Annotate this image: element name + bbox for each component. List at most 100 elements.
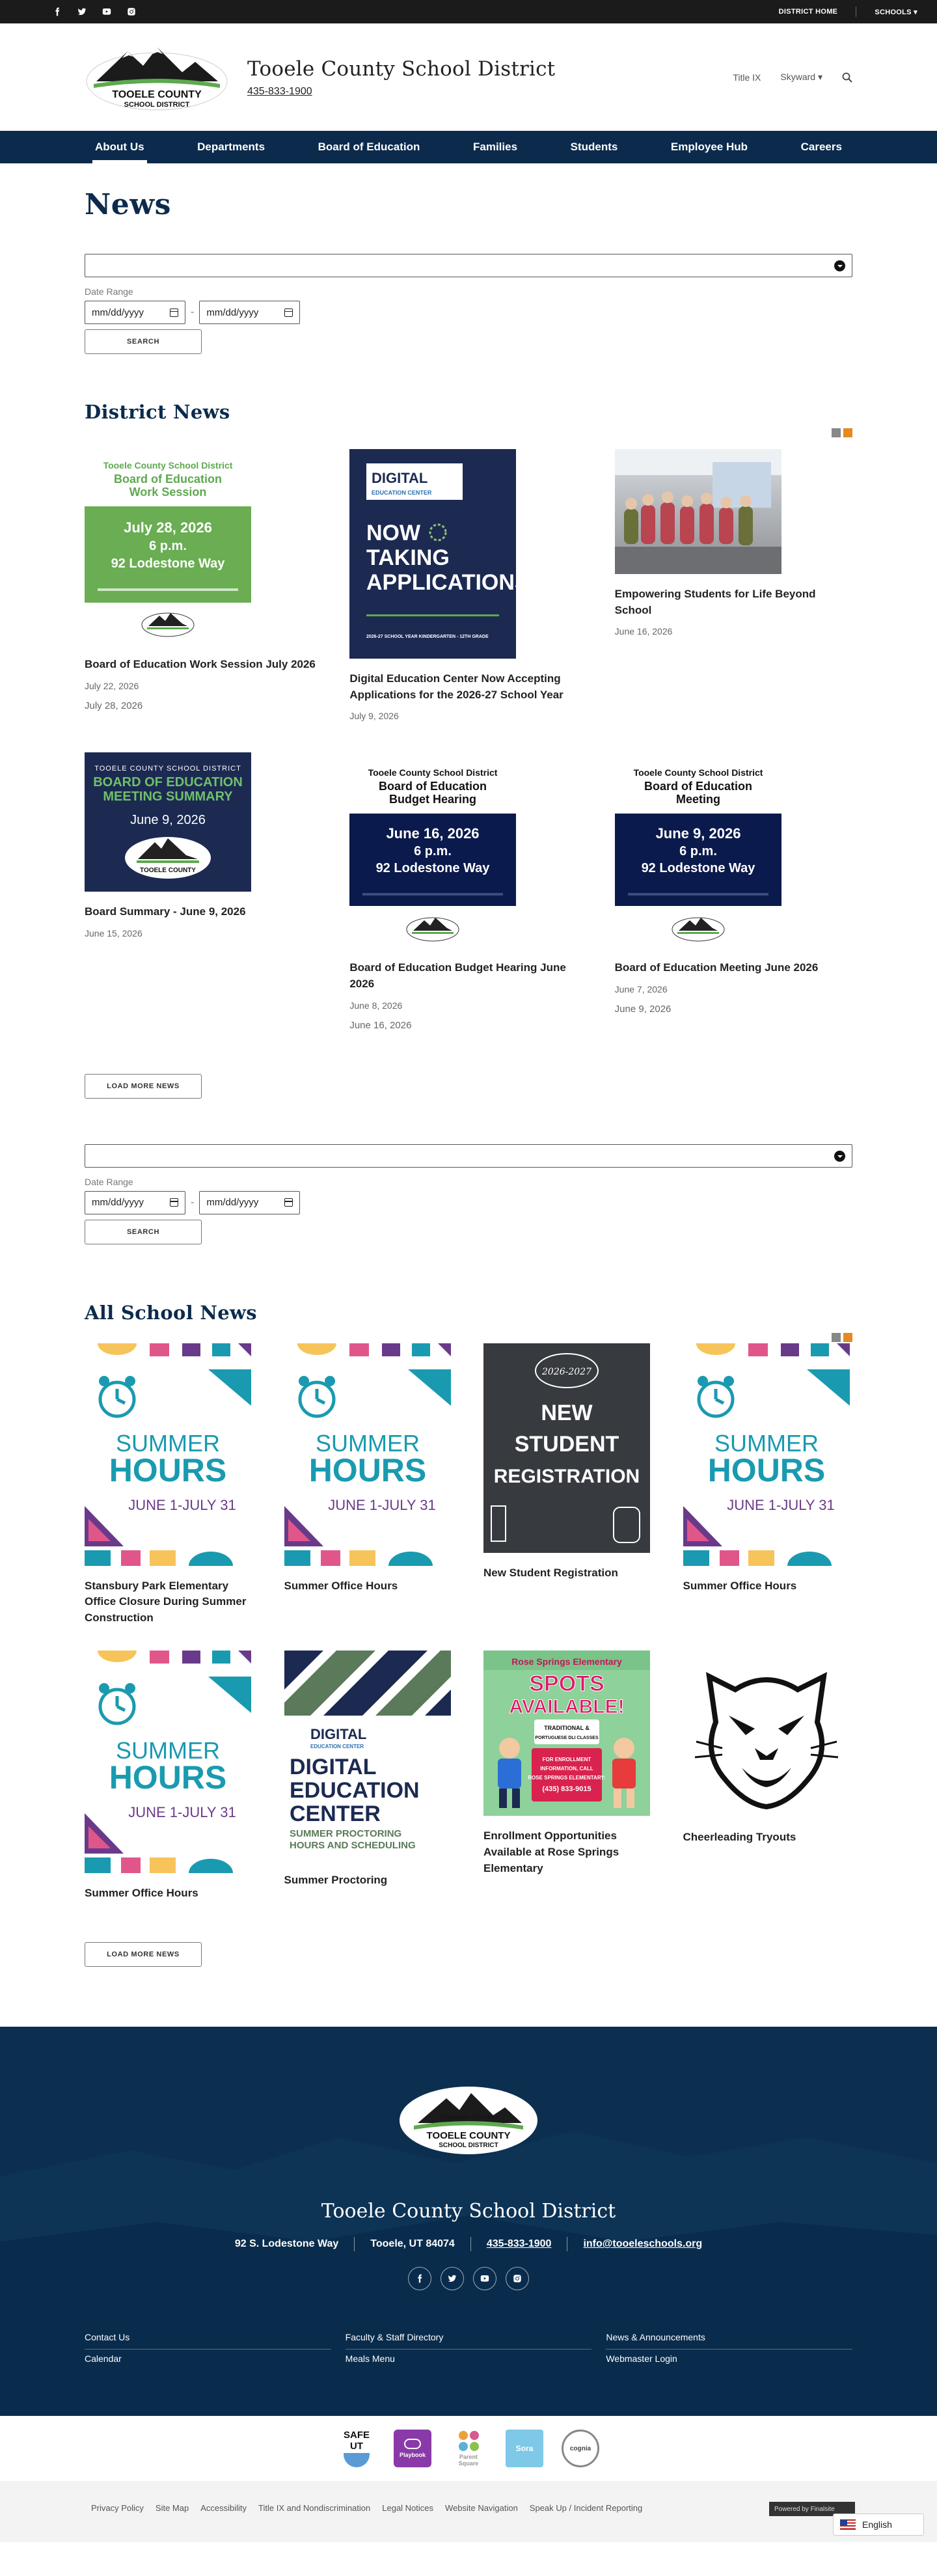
news-card[interactable]: SUMMER HOURS JUNE 1-JULY 31 Summer Offic… <box>85 1651 254 1902</box>
news-title[interactable]: New Student Registration <box>483 1565 653 1582</box>
website-navigation-link[interactable]: Website Navigation <box>445 2503 518 2513</box>
speak-up-link[interactable]: Speak Up / Incident Reporting <box>530 2503 642 2513</box>
twitter-icon[interactable] <box>77 7 87 17</box>
nav-employee-hub[interactable]: Employee Hub <box>668 131 750 163</box>
load-more-school-news-button[interactable]: LOAD MORE NEWS <box>85 1942 202 1967</box>
nav-about-us[interactable]: About Us <box>92 131 147 163</box>
news-title[interactable]: Board of Education Work Session July 202… <box>85 657 322 673</box>
sora-logo[interactable]: Sora <box>506 2430 543 2468</box>
news-title[interactable]: Stansbury Park Elementary Office Closure… <box>85 1578 254 1626</box>
header-phone-link[interactable]: 435-833-1900 <box>247 86 312 98</box>
district-home-link[interactable]: DISTRICT HOME <box>779 8 838 16</box>
twitter-icon[interactable] <box>441 2267 464 2291</box>
news-title[interactable]: Board of Education Budget Hearing June 2… <box>349 960 587 992</box>
news-title[interactable]: Summer Office Hours <box>284 1578 454 1595</box>
search-icon[interactable] <box>842 72 852 83</box>
footer-link-meals-menu[interactable]: Meals Menu <box>346 2350 592 2370</box>
skyward-dropdown[interactable]: Skyward ▾ <box>780 72 822 83</box>
news-title[interactable]: Summer Office Hours <box>683 1578 853 1595</box>
category-select[interactable] <box>85 1144 852 1168</box>
title-ix-nondiscrimination-link[interactable]: Title IX and Nondiscrimination <box>258 2503 370 2513</box>
nav-departments[interactable]: Departments <box>195 131 267 163</box>
site-map-link[interactable]: Site Map <box>156 2503 189 2513</box>
news-title[interactable]: Empowering Students for Life Beyond Scho… <box>615 586 852 618</box>
nav-careers[interactable]: Careers <box>798 131 845 163</box>
news-title[interactable]: Cheerleading Tryouts <box>683 1829 853 1846</box>
legal-notices-link[interactable]: Legal Notices <box>382 2503 433 2513</box>
news-card[interactable]: DIGITAL EDUCATION CENTER DIGITAL EDUCATI… <box>284 1651 454 1902</box>
news-card[interactable]: Empowering Students for Life Beyond Scho… <box>614 449 852 721</box>
start-date-input[interactable]: mm/dd/yyyy <box>85 1190 185 1214</box>
news-card[interactable]: 2026-2027 NEW STUDENT REGISTRATION New S… <box>483 1343 653 1626</box>
nav-students[interactable]: Students <box>568 131 621 163</box>
youtube-icon[interactable] <box>102 7 112 17</box>
facebook-icon[interactable] <box>52 7 62 17</box>
news-title[interactable]: Board Summary - June 9, 2026 <box>85 904 322 920</box>
footer-email-link[interactable]: info@tooeleschools.org <box>583 2238 702 2250</box>
footer-link-news[interactable]: News & Announcements <box>606 2328 852 2350</box>
ical-icon[interactable] <box>843 1332 852 1342</box>
news-card[interactable]: TOOELE COUNTY SCHOOL DISTRICT BOARD OF E… <box>85 752 322 1030</box>
news-card[interactable]: SUMMER HOURS JUNE 1-JULY 31 Stansbury Pa… <box>85 1343 254 1626</box>
svg-text:6 p.m.: 6 p.m. <box>414 844 452 858</box>
svg-text:HOURS: HOURS <box>308 1452 426 1488</box>
news-title[interactable]: Summer Proctoring <box>284 1872 454 1889</box>
district-news-filter: Date Range mm/dd/yyyy - mm/dd/yyyy SEARC… <box>85 254 852 354</box>
news-date: June 7, 2026 <box>614 983 668 994</box>
language-selector[interactable]: English <box>833 2514 924 2536</box>
parent-square-logo[interactable]: Parent Square <box>450 2430 487 2467</box>
nav-families[interactable]: Families <box>470 131 520 163</box>
youtube-icon[interactable] <box>473 2267 496 2291</box>
news-card[interactable]: Cheerleading Tryouts <box>683 1651 853 1902</box>
load-more-district-news-button[interactable]: LOAD MORE NEWS <box>85 1073 202 1099</box>
svg-text:HOURS: HOURS <box>707 1452 825 1488</box>
footer-link-calendar[interactable]: Calendar <box>85 2350 331 2370</box>
svg-text:EDUCATION CENTER: EDUCATION CENTER <box>310 1744 364 1749</box>
safe-ut-logo[interactable]: SAFE UT <box>338 2430 375 2468</box>
facebook-icon[interactable] <box>408 2267 431 2291</box>
category-select[interactable] <box>85 254 852 277</box>
footer-link-staff-directory[interactable]: Faculty & Staff Directory <box>345 2328 592 2350</box>
svg-text:Tooele County School District: Tooele County School District <box>103 460 233 471</box>
search-button[interactable]: SEARCH <box>85 1219 202 1244</box>
new-student-registration-graphic: 2026-2027 NEW STUDENT REGISTRATION <box>483 1343 650 1553</box>
summer-hours-graphic: SUMMER HOURS JUNE 1-JULY 31 <box>284 1343 451 1566</box>
news-card[interactable]: SUMMER HOURS JUNE 1-JULY 31 Summer Offic… <box>683 1343 853 1626</box>
footer-link-webmaster-login[interactable]: Webmaster Login <box>606 2350 852 2370</box>
accessibility-link[interactable]: Accessibility <box>200 2503 247 2513</box>
privacy-policy-link[interactable]: Privacy Policy <box>91 2503 144 2513</box>
news-card[interactable]: Tooele County School District Board of E… <box>85 449 322 721</box>
svg-text:CENTER: CENTER <box>290 1802 381 1826</box>
rss-icon[interactable] <box>832 428 841 437</box>
rss-icon[interactable] <box>832 1332 841 1342</box>
news-title[interactable]: Enrollment Opportunities Available at Ro… <box>483 1828 653 1876</box>
cognia-logo[interactable]: cognia <box>562 2430 599 2468</box>
svg-text:DIGITAL: DIGITAL <box>290 1755 376 1779</box>
footer-district-logo[interactable]: Education Elevated TOOELE COUNTY SCHOOL … <box>398 2085 539 2156</box>
news-card[interactable]: DIGITAL EDUCATION CENTER NOW TAKING APPL… <box>349 449 587 721</box>
footer-phone-link[interactable]: 435-833-1900 <box>487 2238 552 2250</box>
search-button[interactable]: SEARCH <box>85 329 202 354</box>
news-card[interactable]: Rose Springs Elementary SPOTS AVAILABLE!… <box>483 1651 653 1902</box>
end-date-input[interactable]: mm/dd/yyyy <box>199 1190 301 1214</box>
news-card[interactable]: Tooele County School District Board of E… <box>349 752 587 1031</box>
footer-link-contact-us[interactable]: Contact Us <box>85 2328 331 2350</box>
news-card[interactable]: SUMMER HOURS JUNE 1-JULY 31 Summer Offic… <box>284 1343 454 1626</box>
news-card[interactable]: Tooele County School District Board of E… <box>614 752 852 1030</box>
title-ix-link[interactable]: Title IX <box>733 72 761 83</box>
ical-icon[interactable] <box>843 428 852 437</box>
schools-dropdown[interactable]: SCHOOLS ▾ <box>875 8 917 16</box>
instagram-icon[interactable] <box>126 7 137 17</box>
svg-text:Meeting: Meeting <box>676 793 720 806</box>
instagram-icon[interactable] <box>506 2267 529 2291</box>
start-date-input[interactable]: mm/dd/yyyy <box>85 301 185 324</box>
news-title[interactable]: Digital Education Center Now Accepting A… <box>349 671 587 703</box>
news-title[interactable]: Summer Office Hours <box>85 1885 254 1902</box>
logo-line2: SCHOOL DISTRICT <box>124 101 190 109</box>
playbook-logo[interactable]: Playbook <box>394 2430 431 2468</box>
district-logo[interactable]: Education Elevated TOOELE COUNTY SCHOOL … <box>85 42 229 113</box>
nav-board-of-education[interactable]: Board of Education <box>316 131 423 163</box>
event-date: June 9, 2026 <box>614 1003 672 1015</box>
end-date-input[interactable]: mm/dd/yyyy <box>199 301 301 324</box>
news-title[interactable]: Board of Education Meeting June 2026 <box>615 960 852 976</box>
